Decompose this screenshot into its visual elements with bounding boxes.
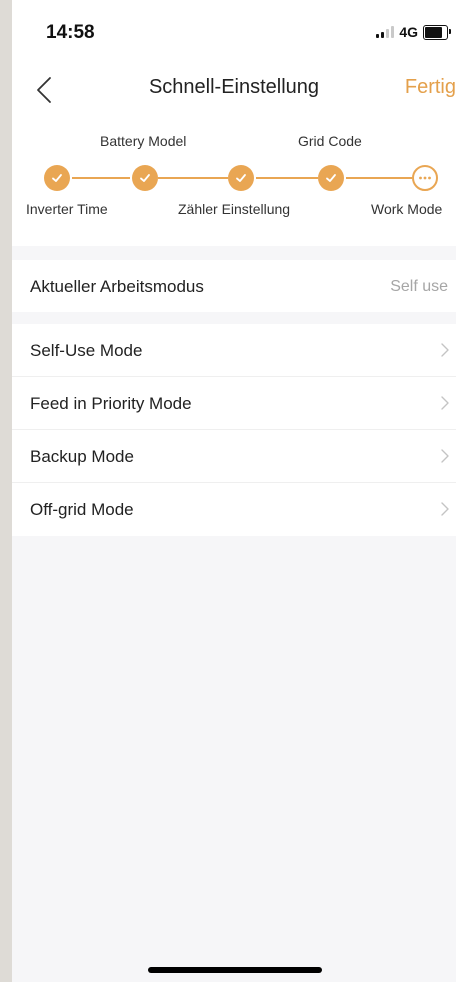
step-label-work-mode: Work Mode — [371, 201, 443, 217]
chevron-right-icon — [441, 396, 449, 410]
check-icon — [52, 174, 62, 182]
step-grid-code[interactable] — [318, 165, 344, 191]
status-indicators: 4G — [376, 24, 451, 40]
check-icon — [326, 174, 336, 182]
home-indicator[interactable] — [148, 967, 322, 973]
phone-screen: 14:58 4G Schnell-Einstellung Fertig Batt… — [12, 0, 456, 982]
step-connector — [256, 177, 318, 179]
step-connector — [346, 177, 412, 179]
battery-icon — [423, 24, 451, 40]
chevron-right-icon — [441, 449, 449, 463]
status-time: 14:58 — [46, 22, 95, 43]
signal-icon — [376, 26, 395, 38]
current-mode-label: Aktueller Arbeitsmodus — [30, 277, 204, 296]
mode-item-label: Backup Mode — [30, 447, 134, 466]
step-connector — [158, 177, 228, 179]
done-button[interactable]: Fertig — [405, 76, 456, 99]
check-icon — [140, 174, 150, 182]
current-mode-row: Aktueller Arbeitsmodus Self use — [12, 260, 456, 312]
mode-item-backup[interactable]: Backup Mode — [12, 430, 456, 483]
mode-item-label: Self-Use Mode — [30, 341, 143, 360]
mode-item-feed-in-priority[interactable]: Feed in Priority Mode — [12, 377, 456, 430]
current-mode-value: Self use — [390, 278, 448, 295]
status-bar: 14:58 4G — [12, 0, 456, 66]
chevron-right-icon — [441, 343, 449, 357]
step-label-inverter-time: Inverter Time — [26, 201, 108, 217]
progress-stepper: Battery Model Grid Code Inverter Time Zä… — [12, 114, 456, 246]
nav-bar: Schnell-Einstellung Fertig — [12, 66, 456, 114]
network-type: 4G — [399, 24, 418, 40]
step-label-battery-model: Battery Model — [100, 133, 187, 149]
check-icon — [236, 174, 246, 182]
step-battery-model[interactable] — [132, 165, 158, 191]
mode-item-label: Off-grid Mode — [30, 500, 134, 519]
page-title: Schnell-Einstellung — [148, 76, 320, 98]
step-inverter-time[interactable] — [44, 165, 70, 191]
step-label-grid-code: Grid Code — [298, 133, 362, 149]
step-connector — [72, 177, 130, 179]
mode-list: Self-Use Mode Feed in Priority Mode Back… — [12, 324, 456, 536]
mode-item-off-grid[interactable]: Off-grid Mode — [12, 483, 456, 536]
mode-item-label: Feed in Priority Mode — [30, 394, 192, 413]
more-dots-icon — [419, 176, 431, 180]
step-label-zaehler-einstellung: Zähler Einstellung — [178, 201, 291, 217]
chevron-right-icon — [441, 502, 449, 516]
mode-item-self-use[interactable]: Self-Use Mode — [12, 324, 456, 377]
step-zaehler-einstellung[interactable] — [228, 165, 254, 191]
step-work-mode[interactable] — [412, 165, 438, 191]
